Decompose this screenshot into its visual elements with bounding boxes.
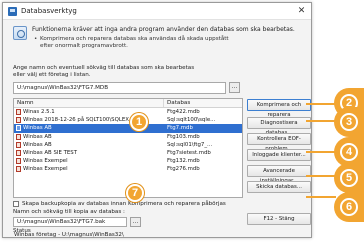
- check-eof-button[interactable]: Kontrollera EOF-problem...: [247, 133, 311, 152]
- title-bar: Databasverktyg ✕: [3, 3, 311, 20]
- window-title: Databasverktyg: [21, 7, 77, 15]
- database-icon: [16, 117, 21, 124]
- database-icon: [16, 166, 21, 173]
- callout-4: 4: [340, 143, 358, 161]
- callout-1: 1: [130, 113, 148, 131]
- list-item[interactable]: Winbas 2018-12-26 på SQLT100\SQLEX Sql:s…: [14, 116, 242, 124]
- status-value: Winbas företag - U:\magnus\WinBas32\: [14, 232, 124, 238]
- company-list[interactable]: Namn Databas Winas 2.5.1 Ftg422.mdb Winb…: [13, 98, 243, 198]
- row-name: Winbas AB: [23, 133, 52, 140]
- database-icon: [16, 150, 21, 157]
- row-database: Ftg276.mdb: [167, 166, 200, 173]
- callout-tab-6: 6: [334, 192, 364, 222]
- callout-6: 6: [340, 198, 358, 216]
- copy-path-input[interactable]: U:\magnus\WinBas32\FTG7.bak: [13, 217, 127, 227]
- callout-5: 5: [340, 169, 358, 187]
- callout-tab-3: 3: [334, 107, 364, 137]
- backup-checkbox-label: Skapa backupkopia av databas innan Kompr…: [22, 201, 226, 207]
- row-database: Sql:sqlt100\sqle...: [167, 117, 216, 124]
- row-name: Winbas AB: [23, 125, 52, 132]
- advanced-settings-button[interactable]: Avancerade inställningar...: [247, 165, 311, 184]
- list-item[interactable]: Winas 2.5.1 Ftg422.mdb: [14, 108, 242, 116]
- database-path-input[interactable]: U:\magnus\WinBas32\FTG7.MDB: [13, 82, 226, 94]
- logged-in-clients-button[interactable]: Inloggade klienter...: [247, 149, 311, 161]
- send-database-button[interactable]: Skicka databas...: [247, 181, 311, 193]
- database-icon: [16, 133, 21, 140]
- row-name: Winbas Exempel: [23, 166, 68, 173]
- path-label-line1: Ange namn och eventuell sökväg till data…: [13, 65, 195, 71]
- callout-connector: [306, 120, 336, 122]
- backup-option: Skapa backupkopia av databas innan Kompr…: [13, 201, 226, 207]
- row-database: Ftg422.mdb: [167, 109, 200, 115]
- database-icon: [16, 109, 21, 116]
- column-header-name[interactable]: Namn: [14, 99, 164, 107]
- column-header-database[interactable]: Databas: [164, 99, 242, 107]
- browse-database-button[interactable]: ...: [229, 82, 240, 93]
- compress-repair-button[interactable]: Komprimera och reparera: [247, 99, 311, 118]
- info-bullet: Komprimera och reparera databas ska anvä…: [32, 36, 232, 50]
- database-icon: [16, 158, 21, 165]
- row-database: Ftg7sietest.mdb: [167, 149, 211, 156]
- list-item[interactable]: Winbas AB SIE TEST Ftg7sietest.mdb: [14, 149, 242, 157]
- row-name: Winbas AB SIE TEST: [23, 149, 78, 156]
- database-icon: [16, 125, 21, 132]
- app-icon: [8, 6, 17, 16]
- close-dialog-button[interactable]: F12 - Stäng: [247, 213, 311, 225]
- close-icon[interactable]: ✕: [296, 6, 307, 17]
- callout-connector: [306, 103, 336, 105]
- callout-connector: [306, 151, 336, 153]
- row-database: Ftg103.mdb: [167, 133, 200, 140]
- backup-checkbox[interactable]: [13, 201, 19, 207]
- list-item[interactable]: Winbas AB Ftg103.mdb: [14, 133, 242, 141]
- callout-3: 3: [340, 113, 358, 131]
- callout-connector: [306, 175, 336, 177]
- row-name: Winbas AB: [23, 141, 52, 148]
- row-name: Winas 2.5.1: [23, 109, 55, 115]
- info-icon: [13, 26, 27, 40]
- list-item[interactable]: Winbas Exempel Ftg132.mdb: [14, 157, 242, 165]
- row-database: Ftg7.mdb: [167, 125, 193, 132]
- list-item[interactable]: Winbas AB Sql:sql01\ftg7_...: [14, 141, 242, 149]
- path-label-line2: eller välj ett företag i listan.: [13, 72, 91, 78]
- browse-copy-button[interactable]: ...: [130, 217, 141, 227]
- database-icon: [16, 141, 21, 148]
- row-name: Winbas 2018-12-26 på SQLT100\SQLEX: [23, 117, 129, 124]
- row-database: Sql:sql01\ftg7_...: [167, 141, 213, 148]
- copy-path-label: Namn och sökväg till kopia av databas :: [13, 209, 125, 215]
- callout-tab-5: 5: [334, 163, 364, 193]
- list-item[interactable]: Winbas Exempel Ftg276.mdb: [14, 165, 242, 173]
- callout-7: 7: [126, 184, 144, 202]
- list-item-selected[interactable]: Winbas AB Ftg7.mdb: [14, 124, 242, 133]
- row-name: Winbas Exempel: [23, 158, 68, 165]
- diagnose-database-button[interactable]: Diagnostisera databas...: [247, 117, 311, 136]
- info-text: Funktionerna kräver att inga andra progr…: [32, 26, 295, 33]
- info-panel: Funktionerna kräver att inga andra progr…: [13, 26, 295, 50]
- database-tools-dialog: Databasverktyg ✕ Funktionerna kräver att…: [2, 2, 312, 238]
- list-header: Namn Databas: [14, 99, 242, 108]
- callout-connector: [306, 196, 336, 198]
- row-database: Ftg132.mdb: [167, 158, 200, 165]
